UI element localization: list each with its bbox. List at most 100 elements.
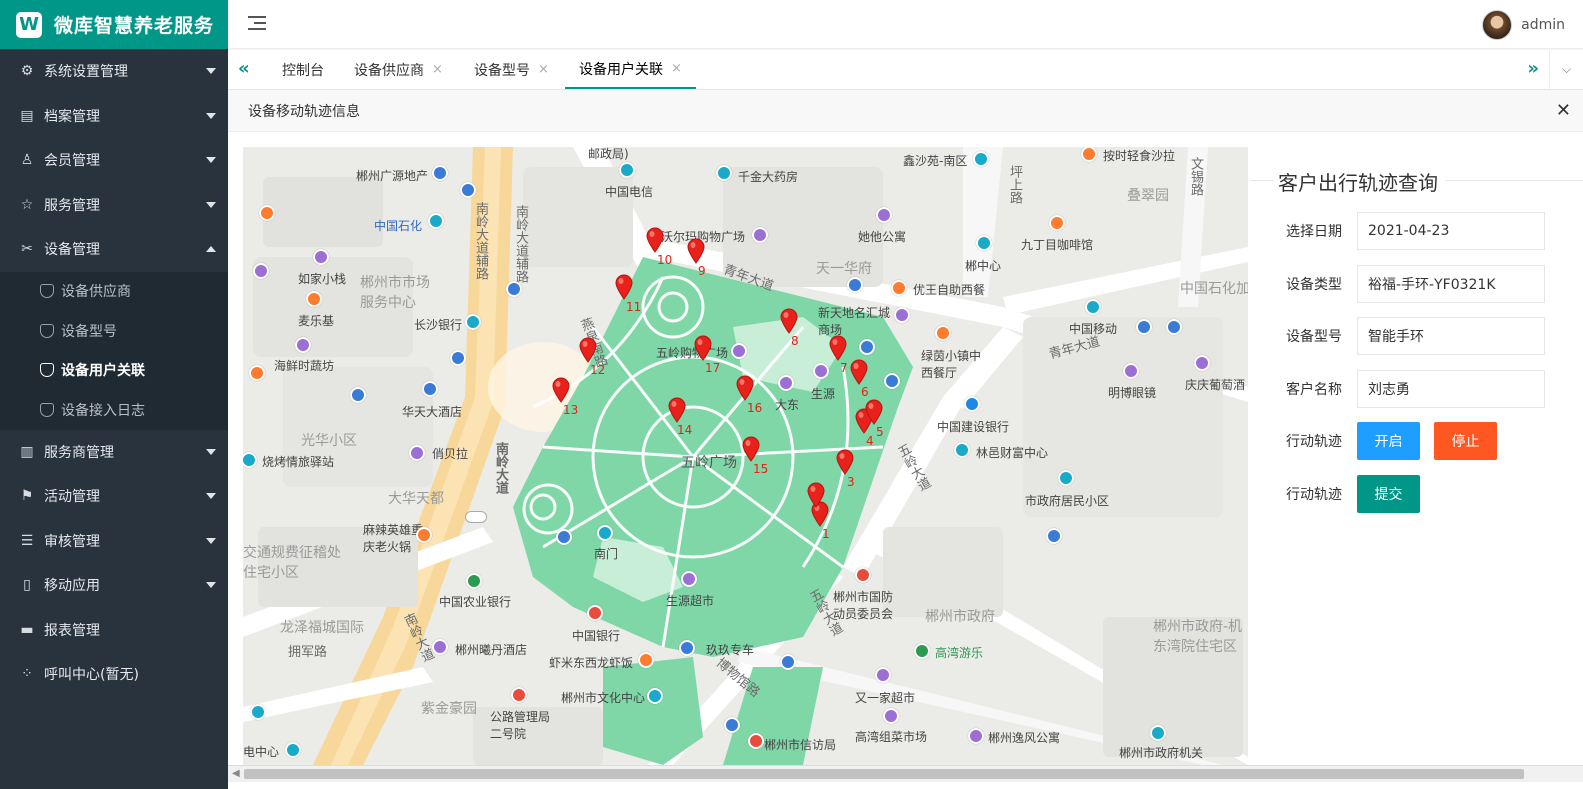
sidebar-item-reports[interactable]: ▬ 报表管理 (0, 608, 228, 653)
food-poi-icon[interactable] (891, 280, 907, 296)
stop-button[interactable]: 停止 (1434, 422, 1497, 460)
food-poi-icon[interactable] (259, 205, 275, 221)
government-poi-icon[interactable] (855, 567, 871, 583)
menu-toggle-icon[interactable] (248, 16, 266, 32)
hotel-poi-icon[interactable] (422, 381, 438, 397)
hotel-poi-icon[interactable] (432, 639, 448, 655)
culture-poi-icon[interactable] (647, 688, 663, 704)
sidebar-subitem-device-model[interactable]: 设备型号 (0, 311, 228, 351)
mall-poi-icon[interactable] (813, 363, 829, 379)
location-pin-icon[interactable] (806, 482, 826, 508)
tabs-scroll-right-icon[interactable]: » (1527, 58, 1539, 79)
shop-poi-icon[interactable] (1194, 355, 1210, 371)
park-poi-icon[interactable] (914, 643, 930, 659)
shop-poi-icon[interactable] (253, 263, 269, 279)
shop-poi-icon[interactable] (250, 704, 266, 720)
location-pin-icon[interactable] (551, 377, 571, 403)
location-pin-icon[interactable] (864, 399, 884, 425)
tab-console[interactable]: 控制台 (268, 50, 338, 89)
bank-poi-icon[interactable] (619, 162, 635, 178)
tabs-dropdown-icon[interactable]: ⌵ (1549, 50, 1583, 89)
start-button[interactable]: 开启 (1357, 422, 1420, 460)
cafe-poi-icon[interactable] (1049, 215, 1065, 231)
bus-poi-icon[interactable] (450, 350, 466, 366)
customer-input[interactable]: 刘志勇 (1357, 370, 1545, 408)
building-poi-icon[interactable] (432, 165, 448, 181)
device-type-input[interactable]: 裕福-手环-YF0321K (1357, 265, 1545, 303)
location-pin-icon[interactable] (835, 449, 855, 475)
gate-poi-icon[interactable] (597, 525, 613, 541)
sidebar-subitem-device-access-log[interactable]: 设备接入日志 (0, 390, 228, 430)
location-pin-icon[interactable] (645, 227, 665, 253)
location-pin-icon[interactable] (849, 359, 869, 385)
sidebar-subitem-device-user-link[interactable]: 设备用户关联 (0, 351, 228, 391)
bus-poi-icon[interactable] (884, 373, 900, 389)
parking-poi-icon[interactable] (350, 387, 366, 403)
mall-poi-icon[interactable] (752, 227, 768, 243)
scrollbar-thumb[interactable] (244, 769, 1524, 779)
bus-poi-icon[interactable] (460, 182, 476, 198)
pharmacy-poi-icon[interactable] (716, 165, 732, 181)
horizontal-scrollbar[interactable]: ◀ (228, 765, 1583, 782)
sidebar-item-archives[interactable]: ▤ 档案管理 (0, 94, 228, 139)
parking-poi-icon[interactable] (847, 277, 863, 293)
food-poi-icon[interactable] (306, 291, 322, 307)
close-icon[interactable]: × (432, 62, 443, 77)
sidebar-item-review[interactable]: ☰ 审核管理 (0, 519, 228, 564)
sidebar-item-devices[interactable]: ✂ 设备管理 (0, 227, 228, 272)
office-poi-icon[interactable] (511, 687, 527, 703)
close-icon[interactable]: × (671, 61, 682, 76)
tab-device-user-link[interactable]: 设备用户关联 × (565, 50, 696, 89)
car-poi-icon[interactable] (679, 640, 695, 656)
mall-poi-icon[interactable] (778, 375, 794, 391)
building-poi-icon[interactable] (1058, 470, 1074, 486)
building-poi-icon[interactable] (954, 442, 970, 458)
tab-device-supplier[interactable]: 设备供应商 × (340, 50, 457, 89)
location-pin-icon[interactable] (693, 335, 713, 361)
bank-poi-icon[interactable] (465, 314, 481, 330)
parking-poi-icon[interactable] (1046, 528, 1062, 544)
telecom-poi-icon[interactable] (1085, 299, 1101, 315)
bus-poi-icon[interactable] (724, 717, 740, 733)
building-poi-icon[interactable] (1150, 725, 1166, 741)
hotel-poi-icon[interactable] (313, 249, 329, 265)
market-poi-icon[interactable] (883, 708, 899, 724)
sidebar-item-mobile[interactable]: ▯ 移动应用 (0, 563, 228, 608)
sidebar-subitem-device-supplier[interactable]: 设备供应商 (0, 272, 228, 312)
sidebar-item-members[interactable]: ♙ 会员管理 (0, 138, 228, 183)
sidebar-item-call-center[interactable]: ⁘ 呼叫中心(暂无) (0, 652, 228, 697)
bus-poi-icon[interactable] (1136, 319, 1152, 335)
submit-button[interactable]: 提交 (1357, 475, 1420, 513)
user-menu[interactable]: admin (1482, 10, 1565, 40)
mall-poi-icon[interactable] (875, 667, 891, 683)
bus-poi-icon[interactable] (506, 281, 522, 297)
location-pin-icon[interactable] (735, 375, 755, 401)
tabs-scroll-left-icon[interactable]: « (238, 58, 250, 79)
shop-poi-icon[interactable] (973, 151, 989, 167)
map-view[interactable]: 邮政局) 郴州广源地产 中国电信 千金大药房 鑫沙苑-南区 按时轻食沙拉 中国石… (243, 147, 1248, 765)
date-input[interactable]: 2021-04-23 (1357, 212, 1545, 250)
mall-poi-icon[interactable] (731, 343, 747, 359)
parking-poi-icon[interactable] (556, 529, 572, 545)
close-icon[interactable]: × (538, 62, 549, 77)
bank-poi-icon[interactable] (587, 605, 603, 621)
location-pin-icon[interactable] (614, 274, 634, 300)
location-pin-icon[interactable] (578, 337, 598, 363)
bus-poi-icon[interactable] (780, 654, 796, 670)
shop-poi-icon[interactable] (409, 445, 425, 461)
tab-device-model[interactable]: 设备型号 × (460, 50, 563, 89)
location-pin-icon[interactable] (686, 238, 706, 264)
device-model-input[interactable]: 智能手环 (1357, 317, 1545, 355)
food-poi-icon[interactable] (249, 365, 265, 381)
location-pin-icon[interactable] (828, 335, 848, 361)
food-poi-icon[interactable] (638, 652, 654, 668)
avatar[interactable] (1482, 10, 1513, 40)
bus-poi-icon[interactable] (1166, 319, 1182, 335)
office-poi-icon[interactable] (748, 733, 764, 749)
apartment-poi-icon[interactable] (968, 728, 984, 744)
food-poi-icon[interactable] (416, 527, 432, 543)
mall-poi-icon[interactable] (894, 307, 910, 323)
user-name[interactable]: admin (1521, 17, 1565, 33)
shop-poi-icon[interactable] (285, 742, 301, 758)
shop-poi-icon[interactable] (1123, 363, 1139, 379)
